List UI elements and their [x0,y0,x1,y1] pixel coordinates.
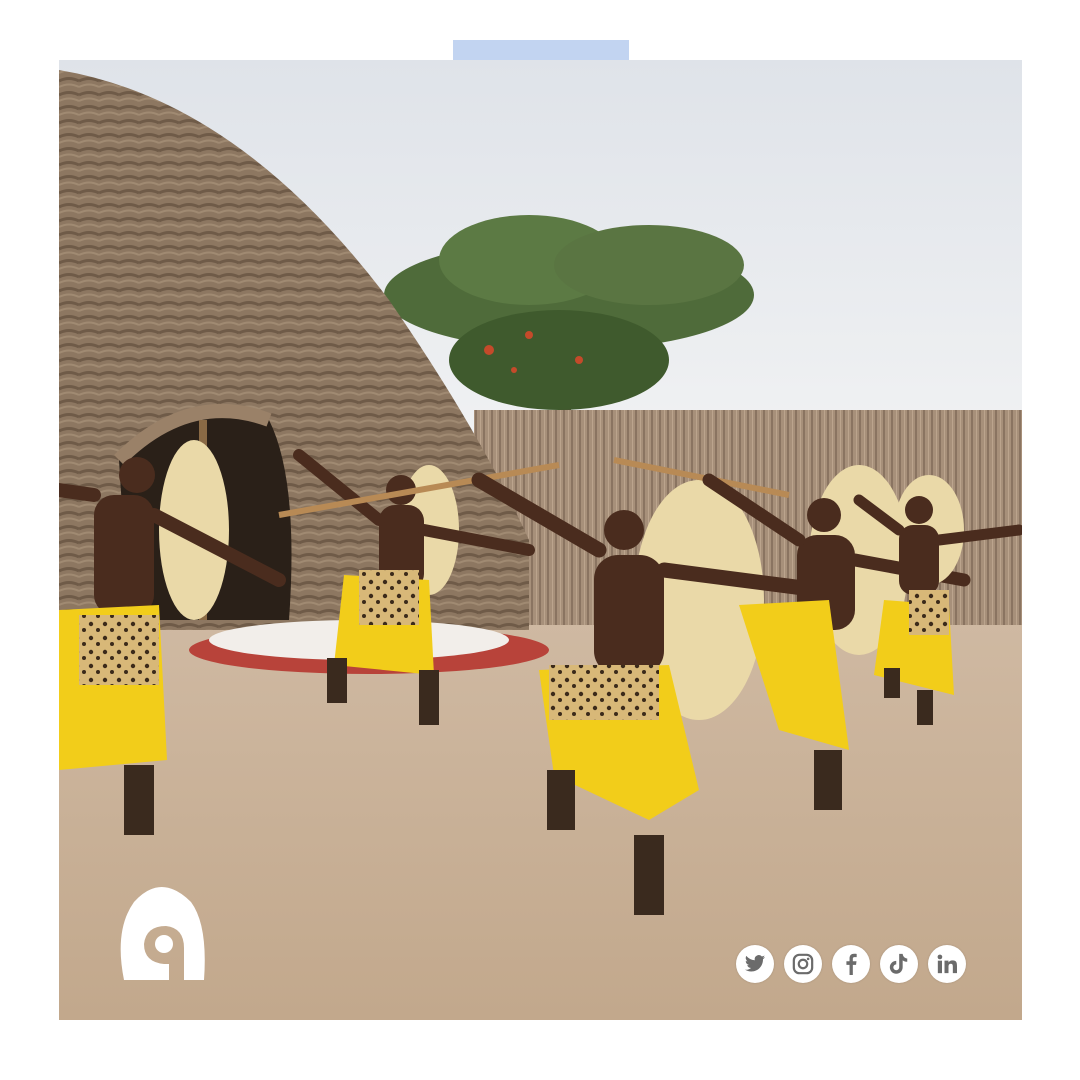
twitter-icon[interactable] [736,945,774,983]
hero-photo [59,60,1022,1020]
social-links [736,945,966,983]
tiktok-icon[interactable] [880,945,918,983]
linkedin-icon[interactable] [928,945,966,983]
dancers-scene [59,60,1022,1020]
facebook-icon[interactable] [832,945,870,983]
brand-logo-icon [114,880,208,984]
instagram-icon[interactable] [784,945,822,983]
